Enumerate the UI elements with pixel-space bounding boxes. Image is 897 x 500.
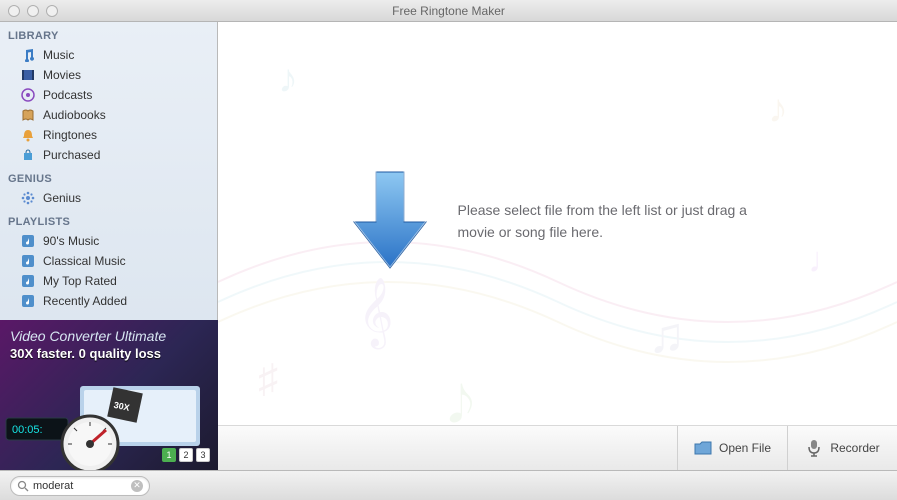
sidebar-item-label: Audiobooks (43, 108, 106, 122)
playlist-icon (20, 273, 36, 289)
recorder-button[interactable]: Recorder (787, 426, 897, 470)
sidebar-item-music[interactable]: Music (0, 45, 217, 65)
window-title: Free Ringtone Maker (392, 4, 505, 18)
sidebar-item-label: Recently Added (43, 294, 127, 308)
recorder-label: Recorder (830, 441, 879, 455)
sidebar-item-label: Genius (43, 191, 81, 205)
search-field-wrap: ✕ (10, 476, 150, 496)
minimize-window-button[interactable] (27, 5, 39, 17)
sidebar-section-header: PLAYLISTS (0, 208, 217, 231)
sidebar: LIBRARY Music Movies Podcasts Audiobooks Ring… (0, 22, 218, 320)
film-icon (20, 67, 36, 83)
playlist-icon (20, 293, 36, 309)
sidebar-section-header: LIBRARY (0, 22, 217, 45)
sidebar-item-label: Music (43, 48, 74, 62)
sidebar-item-recently-added[interactable]: Recently Added (0, 291, 217, 311)
zoom-window-button[interactable] (46, 5, 58, 17)
sidebar-item-classical-music[interactable]: Classical Music (0, 251, 217, 271)
promo-page-3[interactable]: 3 (196, 448, 210, 462)
sidebar-item-label: 90's Music (43, 234, 99, 248)
sidebar-item-audiobooks[interactable]: Audiobooks (0, 105, 217, 125)
sidebar-item-label: My Top Rated (43, 274, 117, 288)
dropzone-text: Please select file from the left list or… (458, 199, 768, 244)
titlebar: Free Ringtone Maker (0, 0, 897, 22)
down-arrow-icon (348, 166, 432, 276)
sidebar-item-movies[interactable]: Movies (0, 65, 217, 85)
bottombar: ✕ (0, 470, 897, 500)
sidebar-item-label: Purchased (43, 148, 100, 162)
sidebar-section-header: GENIUS (0, 165, 217, 188)
promo-page-2[interactable]: 2 (179, 448, 193, 462)
content-area: ♪ 𝄞 ♫ ♪ ♩ 𝅘𝅥𝅮 ♯ Please select file from … (218, 22, 897, 470)
folder-icon (694, 439, 712, 457)
close-window-button[interactable] (8, 5, 20, 17)
content-toolbar: Open File Recorder (218, 425, 897, 470)
sidebar-item-label: Podcasts (43, 88, 92, 102)
window-controls (8, 5, 58, 17)
svg-text:00:05:: 00:05: (12, 424, 43, 436)
microphone-icon (805, 439, 823, 457)
open-file-label: Open File (719, 441, 771, 455)
open-file-button[interactable]: Open File (677, 426, 787, 470)
sidebar-item-purchased[interactable]: Purchased (0, 145, 217, 165)
bag-icon (20, 147, 36, 163)
sidebar-item-label: Movies (43, 68, 81, 82)
genius-icon (20, 190, 36, 206)
clear-search-button[interactable]: ✕ (131, 480, 143, 492)
search-input[interactable] (33, 480, 127, 492)
playlist-icon (20, 253, 36, 269)
playlist-icon (20, 233, 36, 249)
book-icon (20, 107, 36, 123)
sidebar-item-label: Classical Music (43, 254, 126, 268)
promo-banner[interactable]: Video Converter Ultimate 30X faster. 0 q… (0, 320, 218, 470)
sidebar-item-podcasts[interactable]: Podcasts (0, 85, 217, 105)
promo-subtitle: 30X faster. 0 quality loss (10, 346, 208, 361)
sidebar-item-ringtones[interactable]: Ringtones (0, 125, 217, 145)
promo-title: Video Converter Ultimate (10, 328, 208, 344)
sidebar-item-90-s-music[interactable]: 90's Music (0, 231, 217, 251)
podcast-icon (20, 87, 36, 103)
dropzone[interactable]: Please select file from the left list or… (218, 22, 897, 420)
sidebar-item-label: Ringtones (43, 128, 97, 142)
music-note-icon (20, 47, 36, 63)
promo-pager: 1 2 3 (162, 448, 210, 462)
bell-icon (20, 127, 36, 143)
promo-page-1[interactable]: 1 (162, 448, 176, 462)
sidebar-item-genius[interactable]: Genius (0, 188, 217, 208)
sidebar-item-my-top-rated[interactable]: My Top Rated (0, 271, 217, 291)
search-icon (17, 480, 29, 492)
